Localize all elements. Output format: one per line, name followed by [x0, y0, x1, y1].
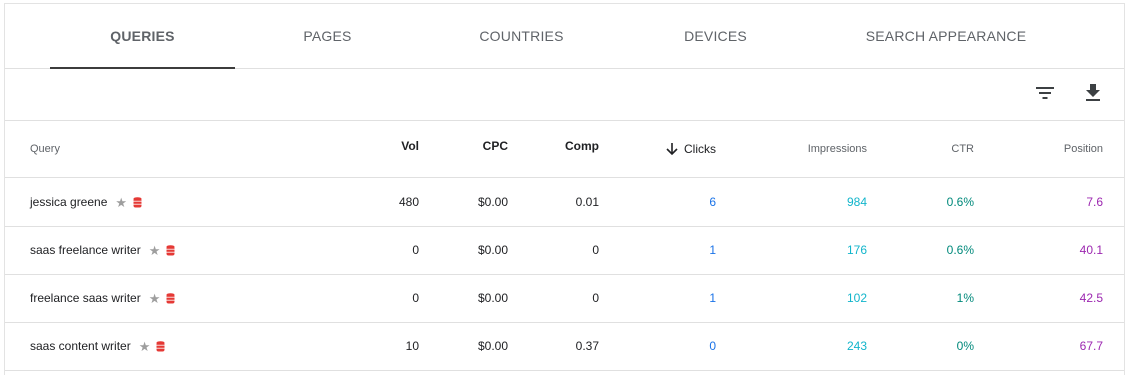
query-cell[interactable]: freelance saas writer ★ — [30, 274, 175, 322]
query-cell[interactable]: jessica greene ★ — [30, 178, 142, 226]
vol-cell: 0 — [412, 291, 419, 305]
query-text[interactable]: saas freelance writer — [30, 243, 141, 257]
table-toolbar — [5, 69, 1124, 121]
comp-cell: 0 — [592, 243, 599, 257]
database-icon[interactable] — [133, 196, 142, 208]
ctr-cell: 1% — [956, 291, 974, 305]
tab-countries[interactable]: COUNTRIES — [420, 4, 623, 68]
vol-cell: 10 — [405, 339, 419, 353]
position-cell: 40.1 — [1079, 243, 1103, 257]
column-header-vol[interactable]: Vol — [335, 121, 419, 177]
column-header-position[interactable]: Position — [1005, 121, 1103, 177]
arrow-down-icon — [666, 143, 678, 156]
table-row[interactable]: saas freelance writer ★ 0 $0.00 0 1 176 0.6% 40.… — [5, 226, 1124, 275]
table-row[interactable]: jessica greene ★ 480 $0.00 0.01 6 984 0.6% 7.6 — [5, 178, 1124, 227]
impressions-cell: 984 — [846, 195, 867, 209]
download-button[interactable] — [1080, 80, 1106, 106]
cpc-cell: $0.00 — [477, 339, 508, 353]
database-icon[interactable] — [156, 340, 165, 352]
ctr-cell: 0% — [956, 339, 974, 353]
download-icon — [1086, 84, 1100, 101]
ctr-cell: 0.6% — [946, 243, 974, 257]
column-header-impressions[interactable]: Impressions — [765, 121, 867, 177]
comp-cell: 0.01 — [575, 195, 599, 209]
cpc-cell: $0.00 — [477, 291, 508, 305]
column-header-clicks[interactable]: Clicks — [635, 121, 716, 177]
table-header: Query Vol CPC Comp Clicks Impressions CT… — [5, 121, 1124, 178]
filter-button[interactable] — [1032, 80, 1058, 106]
table-row[interactable]: freelance saas writer ★ 0 $0.00 0 1 102 1% 42.5 — [5, 274, 1124, 323]
comp-cell: 0.37 — [575, 339, 599, 353]
vol-cell: 0 — [412, 243, 419, 257]
comp-cell: 0 — [592, 291, 599, 305]
vol-cell: 480 — [398, 195, 419, 209]
tab-devices[interactable]: DEVICES — [623, 4, 808, 68]
column-header-comp[interactable]: Comp — [515, 121, 599, 177]
query-cell[interactable]: saas content writer ★ — [30, 322, 165, 370]
clicks-cell: 0 — [709, 339, 716, 353]
star-icon[interactable]: ★ — [149, 292, 161, 305]
clicks-header-label: Clicks — [684, 142, 716, 156]
filter-icon — [1036, 87, 1054, 99]
performance-card: QUERIES PAGES COUNTRIES DEVICES SEARCH A… — [4, 3, 1125, 375]
query-text[interactable]: jessica greene — [30, 195, 107, 209]
star-icon[interactable]: ★ — [139, 340, 151, 353]
tab-search-appearance[interactable]: SEARCH APPEARANCE — [808, 4, 1084, 68]
database-icon[interactable] — [166, 292, 175, 304]
position-cell: 7.6 — [1086, 195, 1103, 209]
table-row[interactable]: saas content writer ★ 10 $0.00 0.37 0 243 0% 67.… — [5, 322, 1124, 371]
database-icon[interactable] — [166, 244, 175, 256]
column-header-query[interactable]: Query — [30, 121, 60, 177]
star-icon[interactable]: ★ — [115, 196, 127, 209]
column-header-ctr[interactable]: CTR — [905, 121, 974, 177]
query-text[interactable]: saas content writer — [30, 339, 131, 353]
impressions-cell: 176 — [846, 243, 867, 257]
cpc-cell: $0.00 — [477, 243, 508, 257]
position-cell: 42.5 — [1079, 291, 1103, 305]
tab-pages[interactable]: PAGES — [235, 4, 420, 68]
position-cell: 67.7 — [1079, 339, 1103, 353]
clicks-cell: 6 — [709, 195, 716, 209]
tab-queries[interactable]: QUERIES — [50, 4, 235, 69]
report-tabs: QUERIES PAGES COUNTRIES DEVICES SEARCH A… — [5, 4, 1124, 69]
query-text[interactable]: freelance saas writer — [30, 291, 141, 305]
impressions-cell: 102 — [846, 291, 867, 305]
query-cell[interactable]: saas freelance writer ★ — [30, 226, 175, 274]
clicks-cell: 1 — [709, 243, 716, 257]
impressions-cell: 243 — [846, 339, 867, 353]
column-header-cpc[interactable]: CPC — [425, 121, 508, 177]
clicks-cell: 1 — [709, 291, 716, 305]
star-icon[interactable]: ★ — [149, 244, 161, 257]
cpc-cell: $0.00 — [477, 195, 508, 209]
ctr-cell: 0.6% — [946, 195, 974, 209]
